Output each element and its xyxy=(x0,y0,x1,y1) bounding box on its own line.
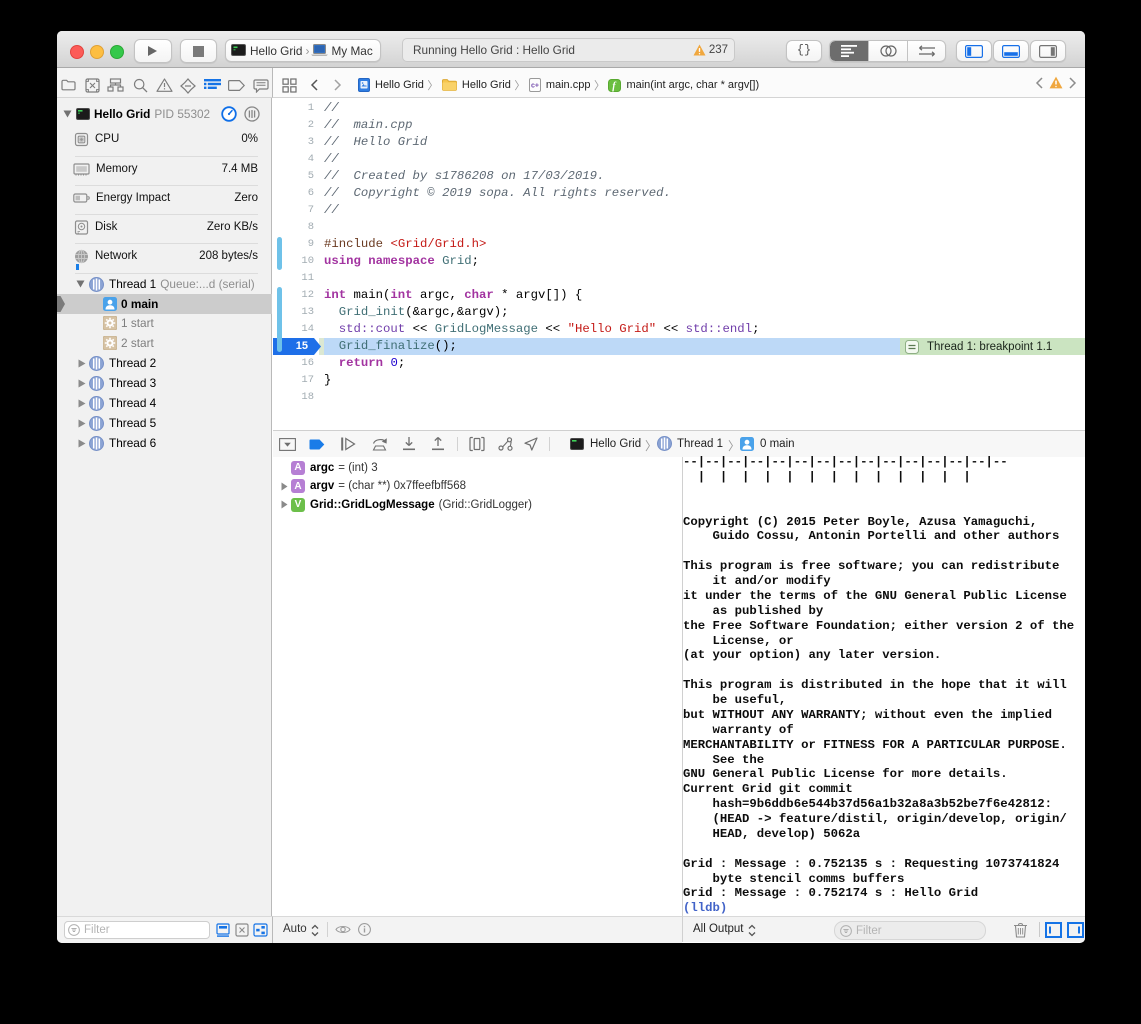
svg-text:c+: c+ xyxy=(531,83,539,90)
